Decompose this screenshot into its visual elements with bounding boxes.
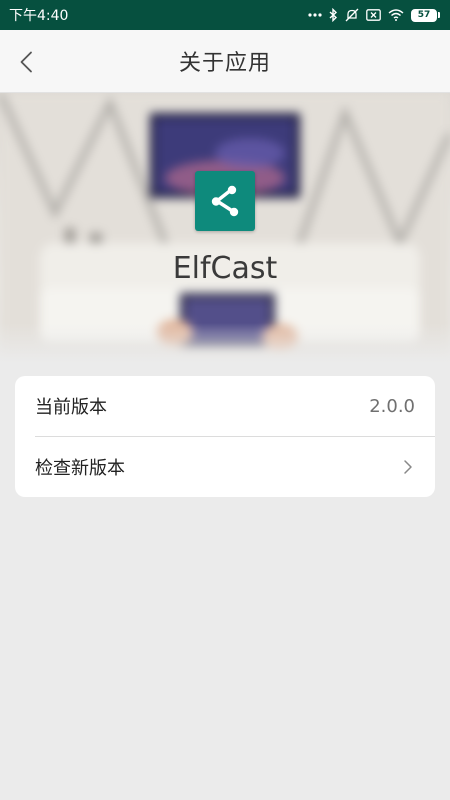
back-chevron-icon <box>20 51 32 73</box>
status-bar: 下午4:40 57 <box>0 0 450 30</box>
app-info-card: 当前版本 2.0.0 检查新版本 <box>15 376 435 497</box>
sim-off-icon <box>366 9 381 21</box>
bluetooth-icon <box>329 8 338 22</box>
app-name: ElfCast <box>172 251 278 286</box>
silent-icon <box>345 8 359 22</box>
status-icons: 57 <box>308 8 440 22</box>
status-time: 下午4:40 <box>9 8 69 24</box>
app-logo <box>195 171 255 231</box>
current-version-row: 当前版本 2.0.0 <box>15 376 435 436</box>
current-version-value: 2.0.0 <box>369 395 415 417</box>
battery-level: 57 <box>411 8 437 22</box>
current-version-label: 当前版本 <box>35 397 107 418</box>
hero-banner: ElfCast <box>0 93 450 363</box>
share-icon <box>211 185 239 217</box>
battery-icon: 57 <box>411 8 440 22</box>
app-header: 关于应用 <box>0 30 450 93</box>
chevron-right-icon <box>401 457 415 477</box>
back-button[interactable] <box>14 48 38 76</box>
page-title: 关于应用 <box>178 51 271 76</box>
more-dots-icon <box>308 13 322 17</box>
check-update-label: 检查新版本 <box>35 458 125 479</box>
wifi-icon <box>388 9 404 21</box>
check-update-row[interactable]: 检查新版本 <box>15 437 435 497</box>
